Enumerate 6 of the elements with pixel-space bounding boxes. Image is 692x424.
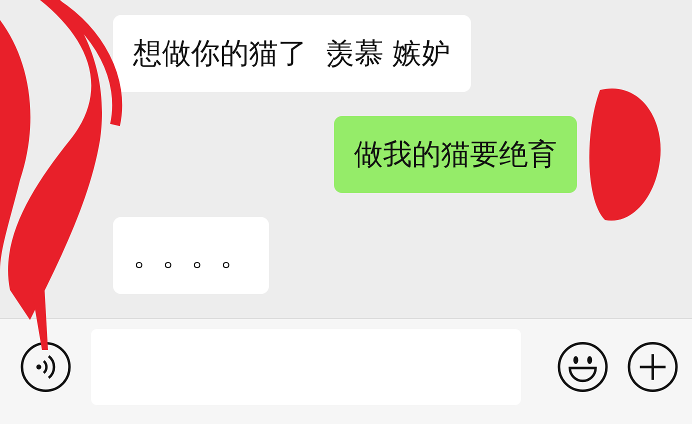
message-bubble: 。。。。	[113, 217, 269, 294]
plus-icon[interactable]	[626, 340, 678, 392]
message-bubble: 想做你的猫了 羡慕 嫉妒	[113, 15, 471, 92]
emoji-icon[interactable]	[557, 340, 609, 392]
message-bubble: 做我的猫要绝育	[334, 116, 577, 193]
voice-icon[interactable]	[20, 340, 72, 392]
